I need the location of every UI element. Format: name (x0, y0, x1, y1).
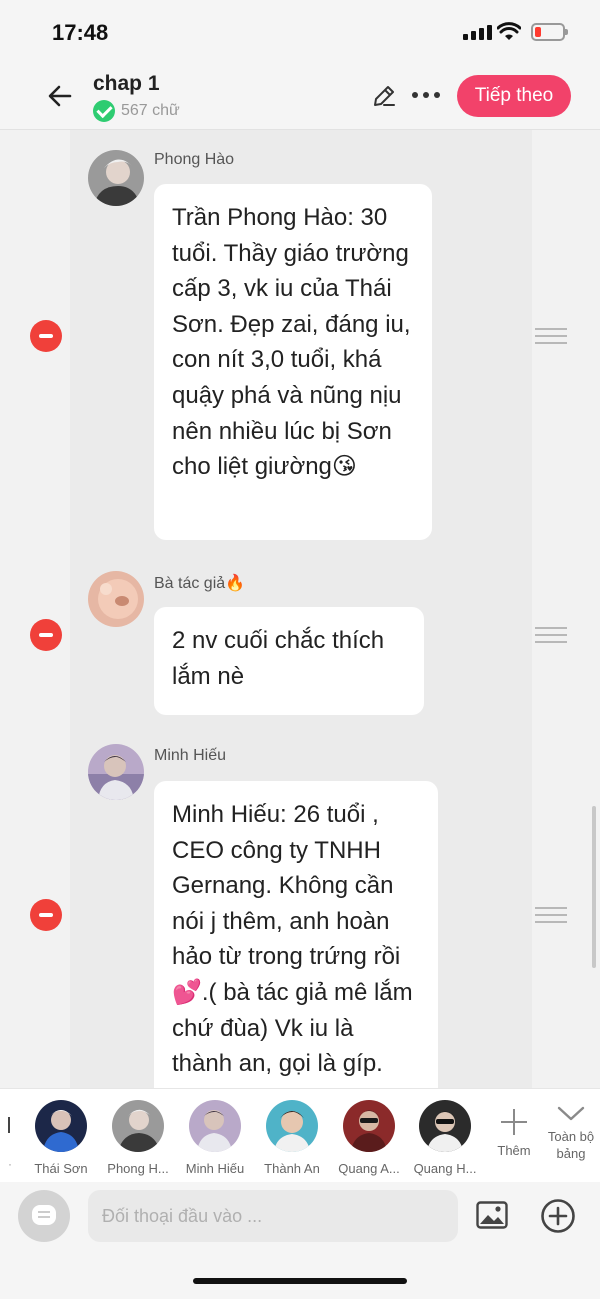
drag-handle-icon[interactable] (535, 328, 567, 349)
home-indicator (193, 1278, 407, 1284)
add-circle-icon[interactable] (540, 1198, 576, 1234)
editor-header: chap 1 567 chữ Tiếp theo (0, 62, 600, 130)
character-thai-son[interactable]: Thái Sơn (23, 1100, 99, 1176)
next-button[interactable]: Tiếp theo (457, 75, 571, 117)
message-bubble[interactable]: Minh Hiếu: 26 tuổi , CEO công ty TNHH Ge… (154, 781, 438, 1088)
message-bubble[interactable]: Trần Phong Hào: 30 tuổi. Thầy giáo trườn… (154, 184, 432, 540)
avatar (343, 1100, 395, 1152)
expand-all-button[interactable]: Toàn bộ bảng (540, 1103, 600, 1162)
avatar (189, 1100, 241, 1152)
word-count-row: 567 chữ (93, 100, 180, 122)
sender-name: Bà tác giả🔥 (154, 575, 246, 592)
word-count: 567 chữ (121, 102, 180, 119)
chat-icon[interactable] (18, 1190, 70, 1242)
avatar (419, 1100, 471, 1152)
avatar (88, 150, 144, 206)
remove-icon[interactable] (30, 619, 62, 651)
character-phong-hao[interactable]: Phong H... (100, 1100, 176, 1176)
add-character-button[interactable]: Thêm (492, 1107, 536, 1158)
dialogue-input[interactable] (88, 1190, 458, 1242)
drag-handle-icon[interactable] (535, 907, 567, 928)
message-bubble[interactable]: 2 nv cuối chắc thích lắm nè (154, 607, 424, 715)
avatar (35, 1100, 87, 1152)
signal-icon (463, 25, 492, 40)
status-bar: 17:48 (0, 0, 600, 62)
sender-name: Phong Hào (154, 151, 235, 168)
plus-icon (499, 1107, 529, 1137)
sender-name: Minh Hiếu (154, 747, 227, 764)
avatar (266, 1100, 318, 1152)
drag-handle-icon[interactable] (535, 627, 567, 648)
pencil-icon[interactable] (370, 82, 398, 110)
avatar (88, 571, 144, 627)
battery-icon (531, 23, 568, 41)
character-quang-h[interactable]: Quang H... (407, 1100, 483, 1176)
character-quang-a[interactable]: Quang A... (331, 1100, 407, 1176)
character-bar: · Thái Sơn Phong H... Minh Hiếu Thành An… (0, 1088, 600, 1182)
wifi-icon (497, 22, 521, 40)
input-bar (0, 1182, 600, 1299)
more-dots-icon[interactable] (412, 92, 440, 98)
avatar (112, 1100, 164, 1152)
character-minh-hieu[interactable]: Minh Hiếu (177, 1100, 253, 1176)
remove-icon[interactable] (30, 899, 62, 931)
remove-icon[interactable] (30, 320, 62, 352)
status-time: 17:48 (52, 20, 109, 45)
character-thanh-an[interactable]: Thành An (254, 1100, 330, 1176)
scrollbar[interactable] (592, 806, 596, 968)
chevron-down-icon (557, 1106, 585, 1121)
dialogue-list[interactable]: Phong Hào Trần Phong Hào: 30 tuổi. Thầy … (0, 130, 600, 1088)
avatar (88, 744, 144, 800)
check-icon (93, 100, 115, 122)
image-icon[interactable] (476, 1201, 508, 1229)
chapter-title: chap 1 (93, 72, 160, 95)
back-arrow-icon[interactable] (44, 80, 76, 112)
